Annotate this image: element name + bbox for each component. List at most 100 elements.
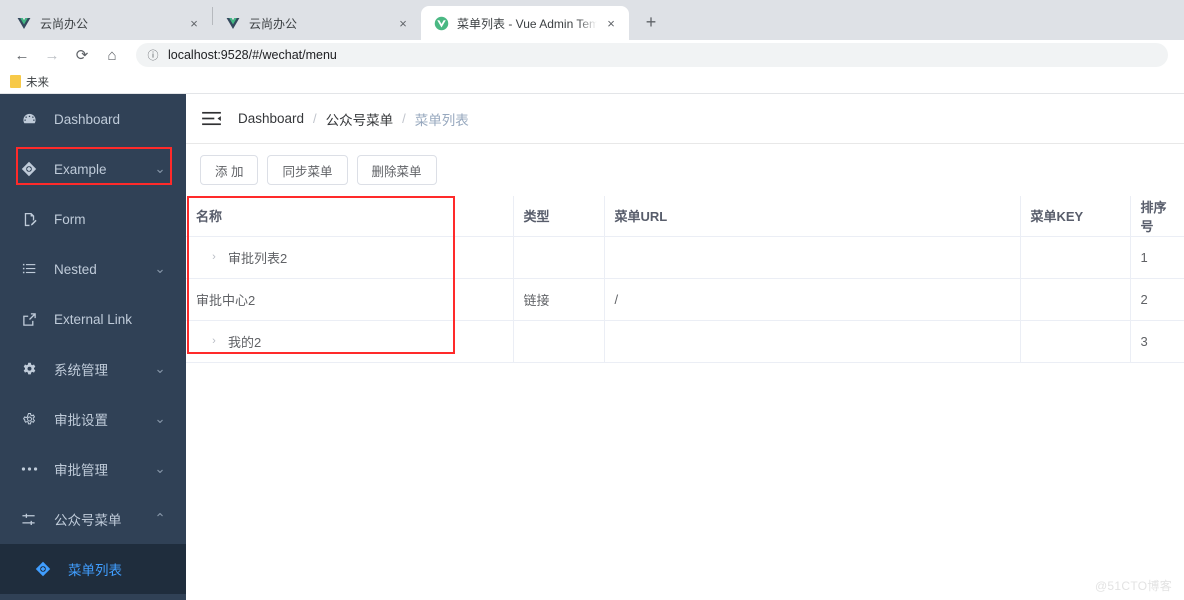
table-container: 名称 类型 菜单URL 菜单KEY 排序号 › 审批列表2 1 审批中心2 链接… (186, 196, 1184, 600)
cell-url (604, 236, 1021, 279)
sidebar-item-label: 公众号菜单 (54, 513, 122, 528)
expand-arrow-icon[interactable]: › (207, 251, 221, 263)
gear-outline-icon (20, 412, 38, 427)
bookmark-item[interactable]: 未来 (10, 74, 49, 90)
gear-icon (20, 362, 38, 377)
cell-name[interactable]: › 我的2 (186, 320, 514, 363)
breadcrumb-item-official-account-menu[interactable]: 公众号菜单 (326, 109, 394, 129)
address-bar[interactable]: ⓘ localhost:9528/#/wechat/menu (136, 43, 1168, 67)
external-link-icon (20, 312, 38, 327)
forward-icon[interactable]: → (38, 41, 66, 69)
column-header-type[interactable]: 类型 (513, 196, 605, 237)
menu-table: 名称 类型 菜单URL 菜单KEY 排序号 › 审批列表2 1 审批中心2 链接… (186, 196, 1184, 363)
cell-url (604, 320, 1021, 363)
cell-menukey (1020, 320, 1131, 363)
browser-tab-2[interactable]: 云尚办公 × (213, 6, 421, 40)
breadcrumb-item-current: 菜单列表 (414, 112, 469, 128)
sidebar-item-label: Dashboard (54, 111, 121, 127)
chevron-up-icon: ⌃ (154, 511, 166, 526)
column-header-name[interactable]: 名称 (186, 196, 514, 237)
url-text: localhost:9528/#/wechat/menu (168, 48, 337, 62)
sidebar-item-example[interactable]: Example ⌄ (0, 144, 186, 194)
sidebar-item-label: 菜单列表 (68, 563, 122, 578)
browser-tab-3-active[interactable]: 菜单列表 - Vue Admin Template × (421, 6, 629, 40)
browser-tab-1[interactable]: 云尚办公 × (4, 6, 212, 40)
tab-strip: 云尚办公 × 云尚办公 × 菜单列表 - Vue Admin Template … (0, 0, 1184, 40)
breadcrumb-item-dashboard[interactable]: Dashboard (238, 111, 304, 126)
info-circle-icon[interactable]: ⓘ (146, 48, 160, 62)
watermark: @51CTO博客 (1094, 579, 1172, 593)
table-row[interactable]: › 审批列表2 1 (186, 236, 1184, 279)
app-root: Dashboard Example ⌄ Form Nested ⌄ Extern… (0, 94, 1184, 600)
row-name-text: 审批中心2 (196, 292, 256, 308)
chevron-down-icon: ⌄ (154, 411, 166, 426)
sidebar-item-form[interactable]: Form (0, 194, 186, 244)
column-header-order[interactable]: 排序号 (1130, 196, 1184, 237)
sidebar-item-label: Form (54, 211, 86, 227)
vue-logo-green-icon (433, 15, 449, 31)
nested-list-icon (20, 262, 38, 277)
breadcrumb-separator: / (402, 111, 406, 126)
sidebar-item-approval-settings[interactable]: 审批设置 ⌄ (0, 394, 186, 444)
vue-logo-icon (225, 15, 241, 31)
sidebar-item-external-link[interactable]: External Link (0, 294, 186, 344)
column-header-menukey[interactable]: 菜单KEY (1020, 196, 1131, 237)
sidebar-item-label: Example (54, 161, 107, 177)
close-icon[interactable]: × (186, 15, 202, 31)
close-icon[interactable]: × (603, 15, 619, 31)
hamburger-collapse-icon[interactable] (200, 108, 222, 130)
component-icon (34, 561, 52, 577)
cell-menukey (1020, 236, 1131, 279)
table-header: 名称 类型 菜单URL 菜单KEY 排序号 (186, 196, 1184, 237)
sidebar: Dashboard Example ⌄ Form Nested ⌄ Extern… (0, 94, 186, 600)
cell-type (513, 236, 605, 279)
add-button[interactable]: 添 加 (200, 155, 259, 185)
sidebar-item-dashboard[interactable]: Dashboard (0, 94, 186, 144)
sliders-icon (20, 512, 38, 527)
chevron-down-icon: ⌄ (154, 161, 166, 176)
close-icon[interactable]: × (395, 15, 411, 31)
breadcrumb: Dashboard / 公众号菜单 / 菜单列表 (238, 109, 469, 129)
table-row[interactable]: 审批中心2 链接 / 2 (186, 278, 1184, 321)
sidebar-item-system-management[interactable]: 系统管理 ⌄ (0, 344, 186, 394)
cell-name[interactable]: 审批中心2 (186, 278, 514, 321)
sidebar-item-label: 审批管理 (54, 463, 108, 478)
sidebar-item-approval-management[interactable]: 审批管理 ⌄ (0, 444, 186, 494)
new-tab-button[interactable]: + (637, 8, 665, 36)
delete-menu-button[interactable]: 删除菜单 (356, 155, 437, 185)
sync-menu-button[interactable]: 同步菜单 (267, 155, 348, 185)
sidebar-item-nested[interactable]: Nested ⌄ (0, 244, 186, 294)
sidebar-item-label: Nested (54, 261, 97, 277)
browser-tab-title: 云尚办公 (40, 16, 89, 31)
chevron-down-icon: ⌄ (154, 461, 166, 476)
navigation-bar: ← → ⟳ ⌂ ⓘ localhost:9528/#/wechat/menu (0, 40, 1184, 70)
browser-chrome: 云尚办公 × 云尚办公 × 菜单列表 - Vue Admin Template … (0, 0, 1184, 94)
cell-order: 1 (1130, 236, 1184, 279)
expand-arrow-icon[interactable]: › (207, 335, 221, 347)
bookmark-bar: 未来 (0, 70, 1184, 94)
vue-logo-icon (16, 15, 32, 31)
table-row[interactable]: › 我的2 3 (186, 320, 1184, 363)
top-navbar: Dashboard / 公众号菜单 / 菜单列表 (186, 94, 1184, 144)
form-icon (20, 212, 38, 227)
action-toolbar: 添 加 同步菜单 删除菜单 (186, 144, 1184, 196)
cell-type: 链接 (513, 278, 605, 321)
sidebar-item-official-account-menu[interactable]: 公众号菜单 ⌃ (0, 494, 186, 544)
dashboard-icon (20, 112, 38, 127)
sidebar-item-menu-list[interactable]: 菜单列表 (0, 544, 186, 594)
bookmark-label: 未来 (26, 76, 49, 89)
browser-tab-title: 云尚办公 (249, 16, 298, 31)
home-icon[interactable]: ⌂ (98, 41, 126, 69)
column-header-url[interactable]: 菜单URL (604, 196, 1021, 237)
reload-icon[interactable]: ⟳ (68, 41, 96, 69)
chevron-down-icon: ⌄ (154, 361, 166, 376)
sidebar-item-label: External Link (54, 311, 133, 327)
cell-name[interactable]: › 审批列表2 (186, 236, 514, 279)
folder-icon (10, 75, 21, 88)
breadcrumb-separator: / (313, 111, 317, 126)
chevron-down-icon: ⌄ (154, 261, 166, 276)
row-name-text: 审批列表2 (228, 250, 288, 266)
back-icon[interactable]: ← (8, 41, 36, 69)
dots-icon (20, 465, 38, 473)
sidebar-item-label: 系统管理 (54, 363, 108, 378)
